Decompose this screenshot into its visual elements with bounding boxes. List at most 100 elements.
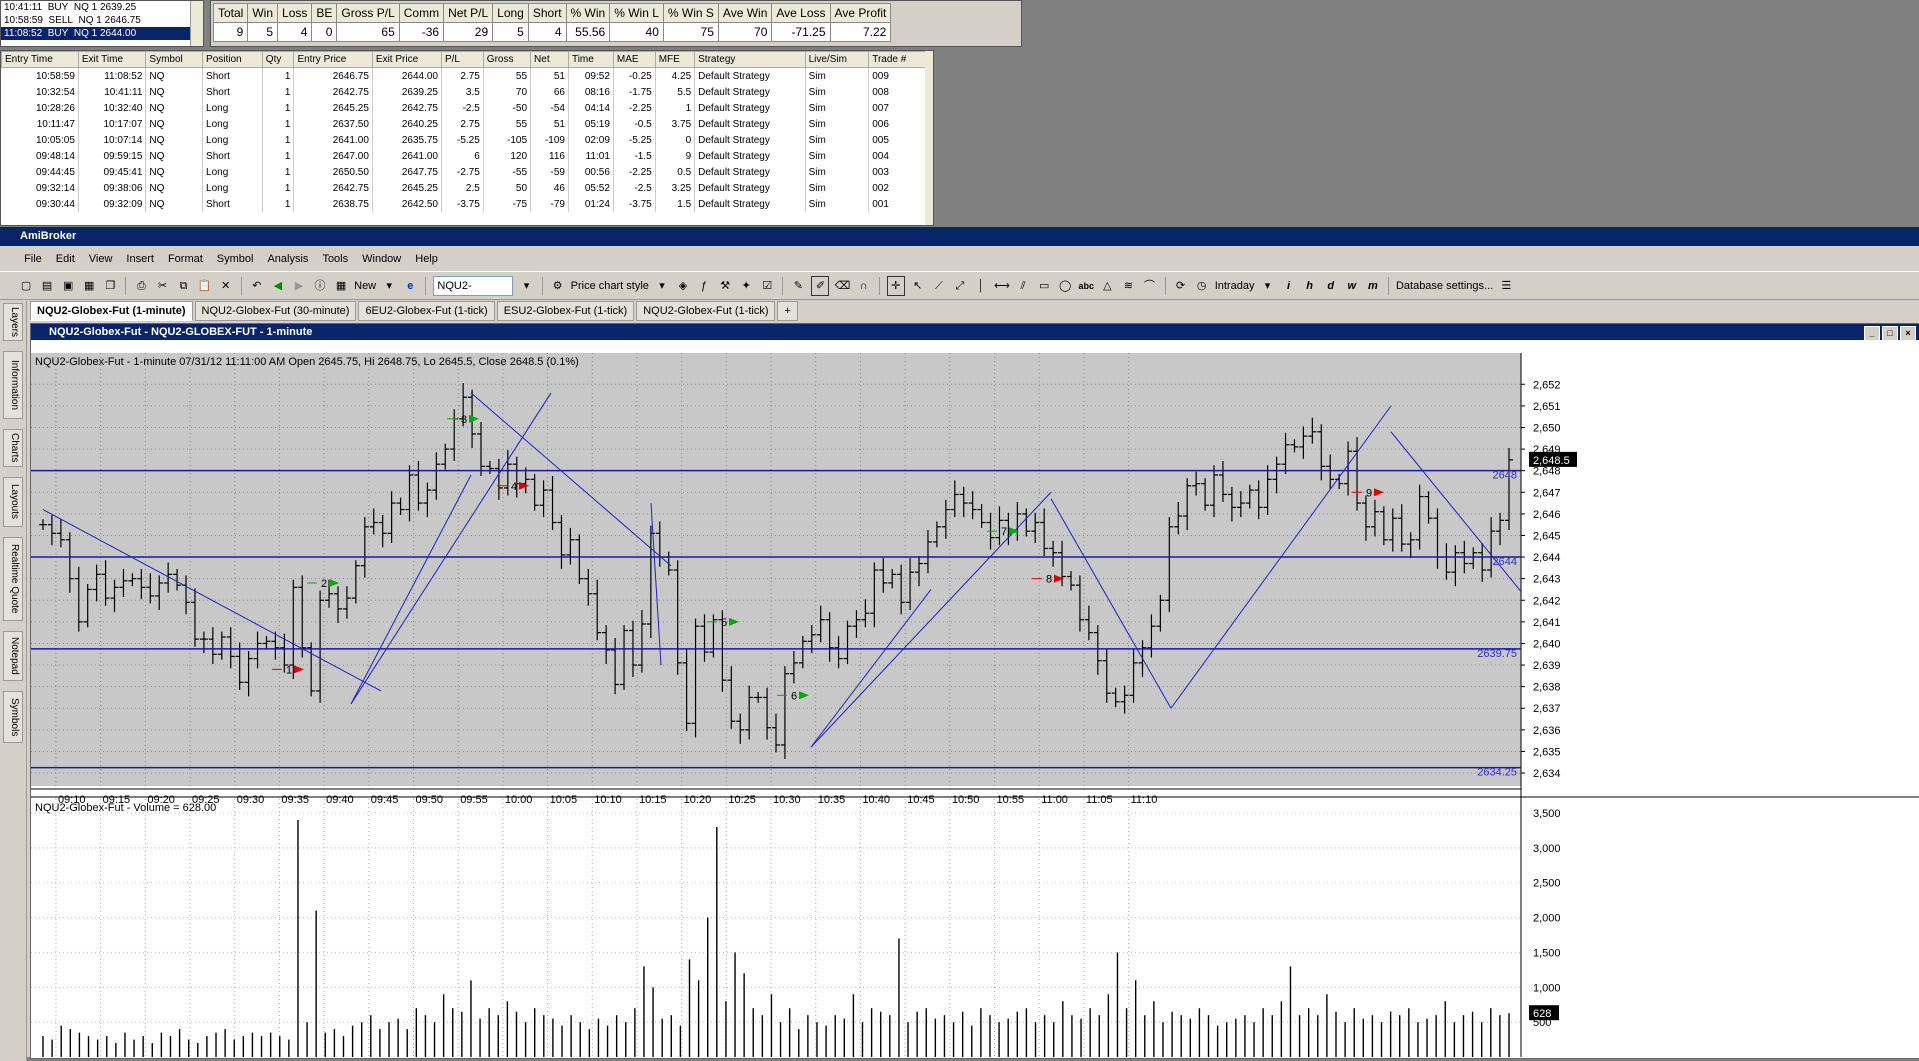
- column-header[interactable]: Entry Price: [293, 51, 373, 68]
- menu-item-format[interactable]: Format: [161, 253, 210, 265]
- chart-tab[interactable]: NQU2-Globex-Fut (1-tick): [636, 301, 776, 321]
- menu-item-view[interactable]: View: [82, 253, 120, 265]
- copy-icon[interactable]: ❐: [102, 277, 118, 295]
- table-row[interactable]: 10:11:47 10:17:07 NQ Long 1 2637.50 2640.25 2.7…: [1, 116, 927, 132]
- list-icon[interactable]: ☰: [1498, 277, 1514, 295]
- forward-icon[interactable]: ▶: [291, 277, 307, 295]
- eraser-icon[interactable]: ⌫: [835, 277, 851, 295]
- side-tab-charts[interactable]: Charts: [3, 429, 23, 467]
- side-tab-information[interactable]: Information: [3, 351, 23, 419]
- column-header[interactable]: Position: [202, 51, 263, 68]
- minimize-icon[interactable]: _: [1864, 326, 1880, 341]
- open-icon[interactable]: ▤: [39, 277, 55, 295]
- column-header[interactable]: P/L: [440, 51, 484, 68]
- order-row[interactable]: 11:08:52 BUY NQ 1 2644.00: [1, 27, 203, 40]
- chevron-down-icon[interactable]: ▾: [654, 277, 670, 295]
- calendar-icon[interactable]: ▦: [333, 277, 349, 295]
- side-tab-realtime-quote[interactable]: Realtime Quote: [3, 537, 23, 621]
- side-tab-symbols[interactable]: Symbols: [3, 691, 23, 743]
- table-row[interactable]: 10:32:54 10:41:11 NQ Short 1 2642.75 2639.25 3.…: [1, 84, 927, 100]
- formula-icon[interactable]: ƒ: [696, 277, 712, 295]
- column-header[interactable]: Time: [567, 51, 614, 68]
- crosshair-icon[interactable]: ✛: [886, 276, 905, 296]
- menu-item-help[interactable]: Help: [408, 253, 445, 265]
- table-row[interactable]: 09:44:45 09:45:41 NQ Long 1 2650.50 2647.75 -2.…: [1, 164, 927, 180]
- vertical-line-icon[interactable]: │: [973, 277, 989, 295]
- side-tab-notepad[interactable]: Notepad: [3, 631, 23, 681]
- new-button[interactable]: New: [354, 277, 376, 295]
- interval-i-icon[interactable]: i: [1281, 277, 1297, 295]
- order-row[interactable]: 10:41:11 BUY NQ 1 2639.25: [1, 1, 203, 14]
- menu-item-file[interactable]: File: [17, 253, 49, 265]
- column-header[interactable]: Exit Time: [77, 51, 147, 68]
- order-row[interactable]: 10:58:59 SELL NQ 1 2646.75: [1, 14, 203, 27]
- chevron-down-icon[interactable]: ▾: [381, 277, 397, 295]
- paste-icon[interactable]: 📋: [197, 277, 213, 295]
- ray-icon[interactable]: ⤢: [952, 277, 968, 295]
- chevron-down-icon[interactable]: ▾: [1260, 277, 1276, 295]
- interval-w-icon[interactable]: w: [1344, 277, 1360, 295]
- horizontal-line-icon[interactable]: ⟷: [994, 277, 1010, 295]
- table-row[interactable]: 09:32:14 09:38:06 NQ Long 1 2642.75 2645.25 2.5…: [1, 180, 927, 196]
- table-row[interactable]: 09:30:44 09:32:09 NQ Short 1 2638.75 2642.50 -3…: [1, 196, 927, 212]
- new-document-icon[interactable]: ▢: [18, 277, 34, 295]
- chart-tab[interactable]: NQU2-Globex-Fut (1-minute): [30, 301, 193, 321]
- check-icon[interactable]: ☑: [759, 277, 775, 295]
- menu-item-edit[interactable]: Edit: [49, 253, 82, 265]
- print-icon[interactable]: ⎙: [133, 277, 149, 295]
- column-header[interactable]: Net: [530, 51, 569, 68]
- refresh-icon[interactable]: ⟳: [1173, 277, 1189, 295]
- undo-icon[interactable]: ↶: [249, 277, 265, 295]
- order-list-scrollbar[interactable]: [190, 1, 203, 46]
- interval-m-icon[interactable]: m: [1365, 277, 1381, 295]
- clock-icon[interactable]: ◷: [1194, 277, 1210, 295]
- menu-item-symbol[interactable]: Symbol: [210, 253, 261, 265]
- chevron-down-icon[interactable]: ▾: [518, 277, 534, 295]
- add-tab-icon[interactable]: +: [777, 301, 798, 321]
- column-header[interactable]: Qty: [261, 51, 295, 68]
- magnet-icon[interactable]: ∩: [856, 277, 872, 295]
- side-tab-layouts[interactable]: Layouts: [3, 477, 23, 527]
- arc-icon[interactable]: ⌒: [1141, 277, 1157, 295]
- parallel-lines-icon[interactable]: ⫽: [1015, 277, 1031, 295]
- menu-item-window[interactable]: Window: [355, 253, 408, 265]
- price-chart-style-button[interactable]: Price chart style: [571, 277, 649, 295]
- database-settings-button[interactable]: Database settings...: [1396, 277, 1493, 295]
- menu-item-analysis[interactable]: Analysis: [260, 253, 315, 265]
- interval-h-icon[interactable]: h: [1302, 277, 1318, 295]
- cut-icon[interactable]: ✂: [155, 277, 171, 295]
- table-row[interactable]: 10:05:05 10:07:14 NQ Long 1 2641.00 2635.75 -5.…: [1, 132, 927, 148]
- pen-icon[interactable]: ✎: [790, 277, 806, 295]
- info-icon[interactable]: ⓘ: [312, 277, 328, 295]
- menu-item-tools[interactable]: Tools: [315, 253, 355, 265]
- order-list[interactable]: 10:41:11 BUY NQ 1 2639.25 10:58:59 SELL …: [0, 0, 204, 47]
- ellipse-icon[interactable]: ◯: [1057, 277, 1073, 295]
- column-header[interactable]: Gross: [482, 51, 532, 68]
- menu-item-insert[interactable]: Insert: [119, 253, 161, 265]
- save-icon[interactable]: ▣: [60, 277, 76, 295]
- delete-icon[interactable]: ✕: [218, 277, 234, 295]
- column-header[interactable]: Entry Time: [1, 51, 79, 68]
- column-header[interactable]: Symbol: [145, 51, 204, 68]
- maximize-icon[interactable]: □: [1882, 326, 1898, 341]
- text-icon[interactable]: abc: [1078, 277, 1095, 295]
- rectangle-icon[interactable]: ▭: [1036, 277, 1052, 295]
- save-all-icon[interactable]: ▦: [81, 277, 97, 295]
- gear-icon[interactable]: ⚙: [550, 277, 566, 295]
- browser-icon[interactable]: e: [402, 277, 418, 295]
- column-header[interactable]: MFE: [654, 51, 696, 68]
- column-header[interactable]: MAE: [612, 51, 656, 68]
- trades-list[interactable]: Entry Time Exit Time Symbol Position Qty Entr…: [0, 50, 934, 226]
- chart-tab[interactable]: NQU2-Globex-Fut (30-minute): [194, 301, 357, 321]
- back-icon[interactable]: ◀: [270, 277, 286, 295]
- tool-icon[interactable]: ⚒: [717, 277, 733, 295]
- trendline-icon[interactable]: ⟋: [931, 277, 947, 295]
- fibonacci-icon[interactable]: ≋: [1120, 277, 1136, 295]
- symbol-combo[interactable]: NQU2-Globex-Fu: [433, 276, 514, 296]
- column-header[interactable]: Exit Price: [371, 51, 442, 68]
- intraday-button[interactable]: Intraday: [1215, 277, 1255, 295]
- close-icon[interactable]: ×: [1900, 326, 1916, 341]
- wand-icon[interactable]: ✦: [738, 277, 754, 295]
- trades-scrollbar[interactable]: [925, 51, 933, 225]
- chart-tab[interactable]: 6EU2-Globex-Fut (1-tick): [358, 301, 495, 321]
